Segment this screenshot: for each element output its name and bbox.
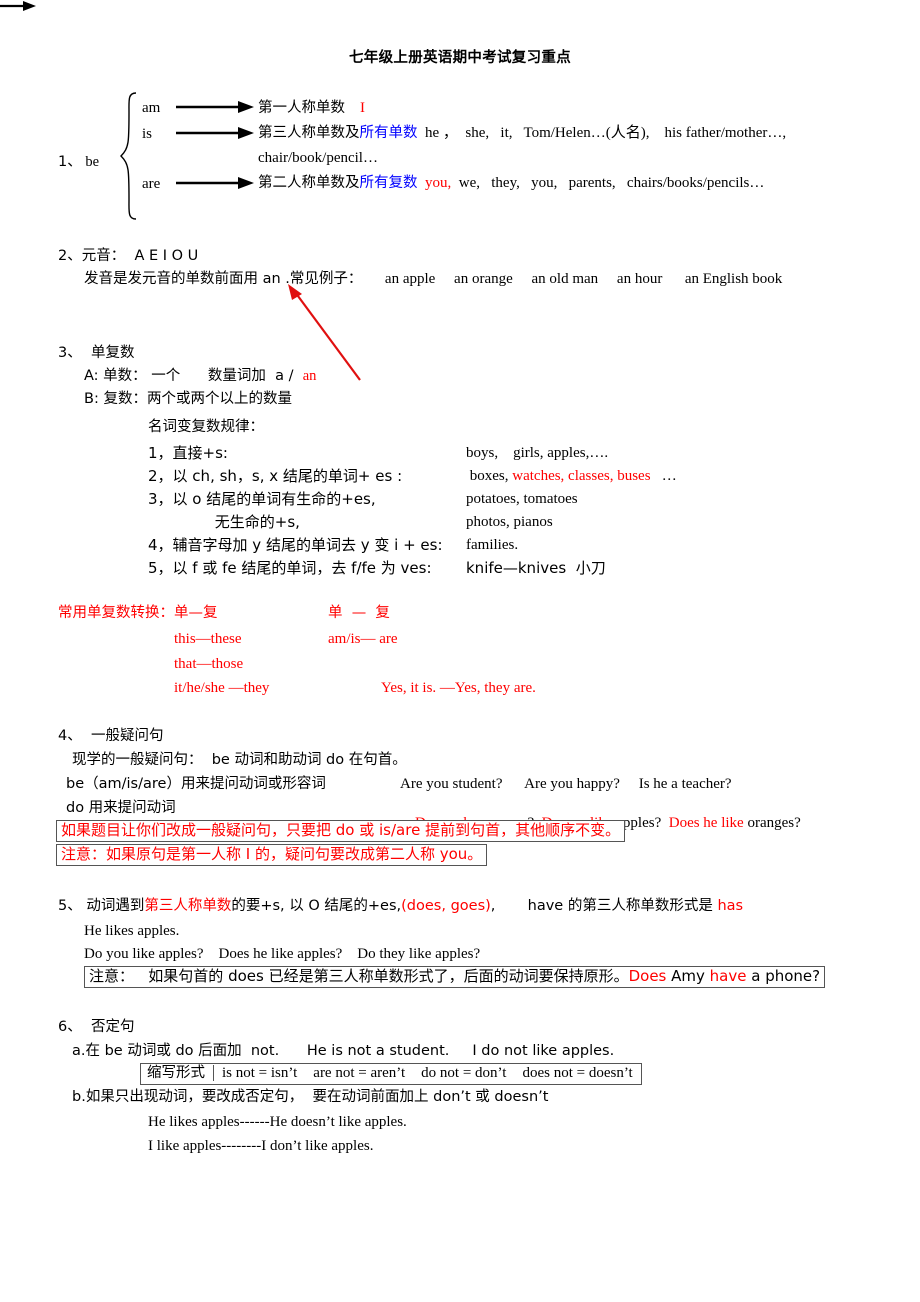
brace-bracket	[118, 92, 140, 220]
section-6-heading: 6、 否定句	[58, 1019, 135, 1035]
plural-example-1: boys, girls, apples,….	[466, 445, 609, 461]
conversion-answer-example: Yes, it is. —Yes, they are.	[381, 680, 536, 696]
section-6-example-1: He likes apples------He doesn’t like app…	[148, 1114, 407, 1130]
arrow-right-icon	[0, 0, 920, 12]
section-6-line-a: a.在 be 动词或 do 后面加 not. He is not a stude…	[72, 1043, 615, 1059]
arrow-right-icon	[176, 176, 254, 190]
section-5-example-1: He likes apples.	[84, 923, 180, 939]
conversion-pair-that: that—those	[174, 656, 244, 672]
conversion-heading-right: 单 — 复	[328, 605, 390, 621]
section-5-example-2: Do you like apples? Does he like apples?…	[84, 946, 481, 962]
plural-rule-3: 3，以 o 结尾的单词有生命的+es,	[148, 490, 376, 508]
section-6-line-b: b.如果只出现动词，要改成否定句， 要在动词前面加上 don’t 或 doesn…	[72, 1089, 549, 1105]
be-rule-row-4: 第二人称单数及所有复数 you, we, they, you, parents,…	[258, 175, 765, 191]
section-3-plural-line: B: 复数：两个或两个以上的数量	[84, 391, 292, 407]
section-2-heading: 2、元音： A E I O U	[58, 248, 199, 264]
plural-rule-1: 1，直接+s:	[148, 444, 228, 462]
be-form-is: is	[142, 126, 153, 142]
section-4-be-label: be（am/is/are）用来提问动词或形容词	[66, 776, 326, 792]
page-title: 七年级上册英语期中考试复习重点	[349, 50, 571, 66]
section-4-be-examples: Are you student? Are you happy? Is he a …	[400, 776, 732, 792]
section-5-note-box: 注意： 如果句首的 does 已经是第三人称单数形式了，后面的动词要保持原形。D…	[84, 966, 826, 988]
contractions-label: 缩写形式	[141, 1065, 214, 1081]
plural-rule-5: 5，以 f 或 fe 结尾的单词，去 f/fe 为 ves:	[148, 559, 432, 577]
conversion-pair-be: am/is— are	[328, 631, 398, 647]
plural-example-5: knife—knives 小刀	[466, 559, 606, 577]
section-6-example-2: I like apples--------I don’t like apples…	[148, 1138, 374, 1154]
be-rule-row-2: 第三人称单数及所有单数 he ， she, it, Tom/Helen…(人名)…	[258, 125, 787, 141]
plural-rule-4: 4，辅音字母加 y 结尾的单词去 y 变 i + es:	[148, 536, 443, 554]
contractions-box: 缩写形式 is not = isn’t are not = aren’t do not…	[140, 1063, 642, 1085]
be-rule-row-3: chair/book/pencil…	[258, 150, 378, 166]
section-4-do-label: do 用来提问动词	[66, 800, 176, 816]
conversion-pair-pronouns: it/he/she —they	[174, 680, 270, 696]
plural-example-3: potatoes, tomatoes	[466, 491, 578, 507]
plural-example-4: families.	[466, 537, 519, 553]
section-4-note-box-2: 注意：如果原句是第一人称 I 的，疑问句要改成第二人称 you。	[56, 844, 488, 866]
plural-rules-heading: 名词变复数规律：	[148, 419, 264, 435]
conversion-pair-this: this—these	[174, 631, 242, 647]
section-4-heading: 4、 一般疑问句	[58, 728, 164, 744]
plural-example-3b: photos, pianos	[466, 514, 553, 530]
section-4-line-1: 现学的一般疑问句： be 动词和助动词 do 在句首。	[72, 752, 407, 768]
contraction-are-not: are not = aren’t	[313, 1065, 406, 1081]
arrow-right-icon	[176, 100, 254, 114]
conversion-heading-left: 常用单复数转换：单—复	[58, 605, 218, 621]
plural-example-2: boxes, watches, classes, buses …	[466, 468, 677, 484]
document-page: 七年级上册英语期中考试复习重点 1、 be am is are 第一人称单数 I…	[0, 0, 920, 1302]
plural-rule-2: 2，以 ch, sh，s, x 结尾的单词+ es :	[148, 467, 403, 485]
contraction-does-not: does not = doesn’t	[522, 1065, 633, 1081]
arrow-right-icon	[176, 126, 254, 140]
contraction-is-not: is not = isn’t	[222, 1065, 298, 1081]
be-form-are: are	[142, 176, 161, 192]
be-rule-row-1: 第一人称单数 I	[258, 100, 365, 116]
plural-rule-3b: 无生命的+s,	[148, 513, 300, 531]
section-3-singular-line: A: 单数： 一个 数量词加 a / an	[84, 368, 317, 384]
section-1-label: 1、 be	[58, 154, 100, 170]
section-3-heading: 3、 单复数	[58, 345, 135, 361]
section-5-heading-line: 5、 动词遇到第三人称单数的要+s, 以 O 结尾的+es,(does, goe…	[58, 898, 744, 914]
contraction-do-not: do not = don’t	[421, 1065, 507, 1081]
section-4-note-box-1: 如果题目让你们改成一般疑问句，只要把 do 或 is/are 提前到句首，其他顺…	[56, 820, 626, 842]
section-2-rule: 发音是发元音的单数前面用 an .常见例子： an apple an orang…	[84, 271, 783, 287]
be-form-am: am	[142, 100, 161, 116]
